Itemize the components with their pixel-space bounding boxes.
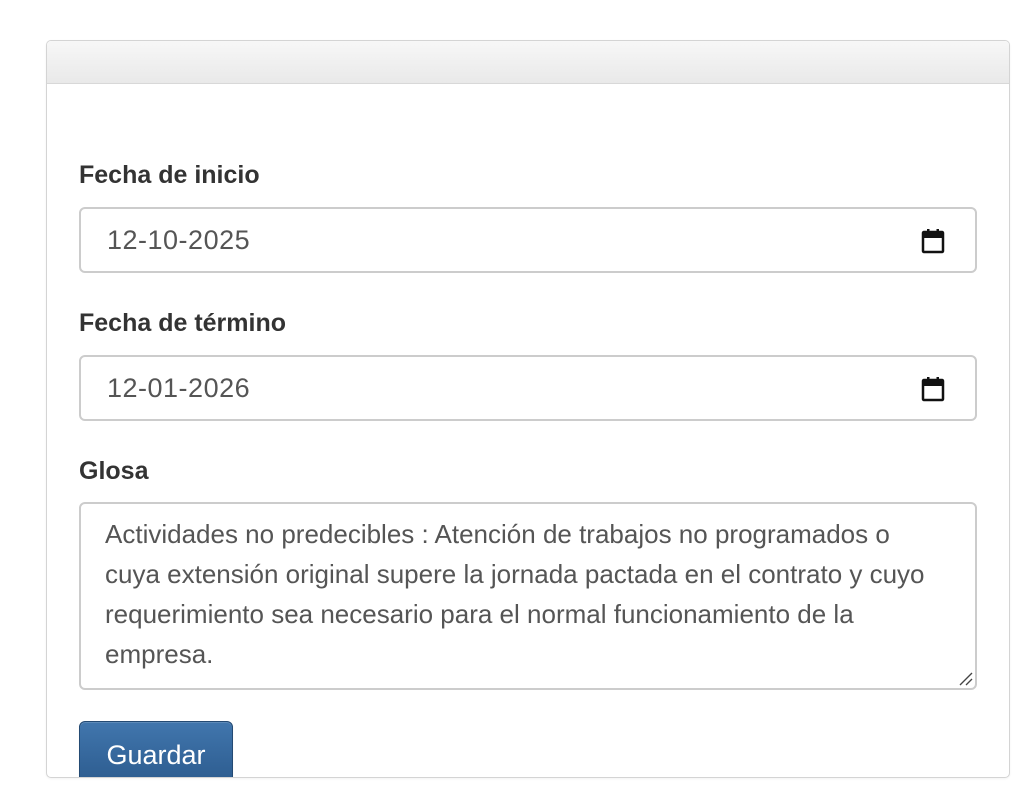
save-button[interactable]: Guardar [79,721,233,777]
resize-handle-icon[interactable] [957,670,973,686]
panel-heading [47,41,1009,84]
end-date-value: 12-01-2026 [107,373,251,403]
end-date-input[interactable]: 12-01-2026 [79,355,977,421]
calendar-icon[interactable] [921,376,945,402]
calendar-icon[interactable] [921,228,945,254]
start-date-input[interactable]: 12-10-2025 [79,207,977,273]
start-date-value: 12-10-2025 [107,225,251,255]
glosa-text: Actividades no predecibles : Atención de… [105,519,925,669]
glosa-label: Glosa [79,457,149,485]
glosa-textarea[interactable]: Actividades no predecibles : Atención de… [79,502,977,690]
end-date-label: Fecha de término [79,309,286,337]
start-date-label: Fecha de inicio [79,161,260,189]
form-panel: Fecha de inicio 12-10-2025 Fecha de térm… [46,40,1010,778]
